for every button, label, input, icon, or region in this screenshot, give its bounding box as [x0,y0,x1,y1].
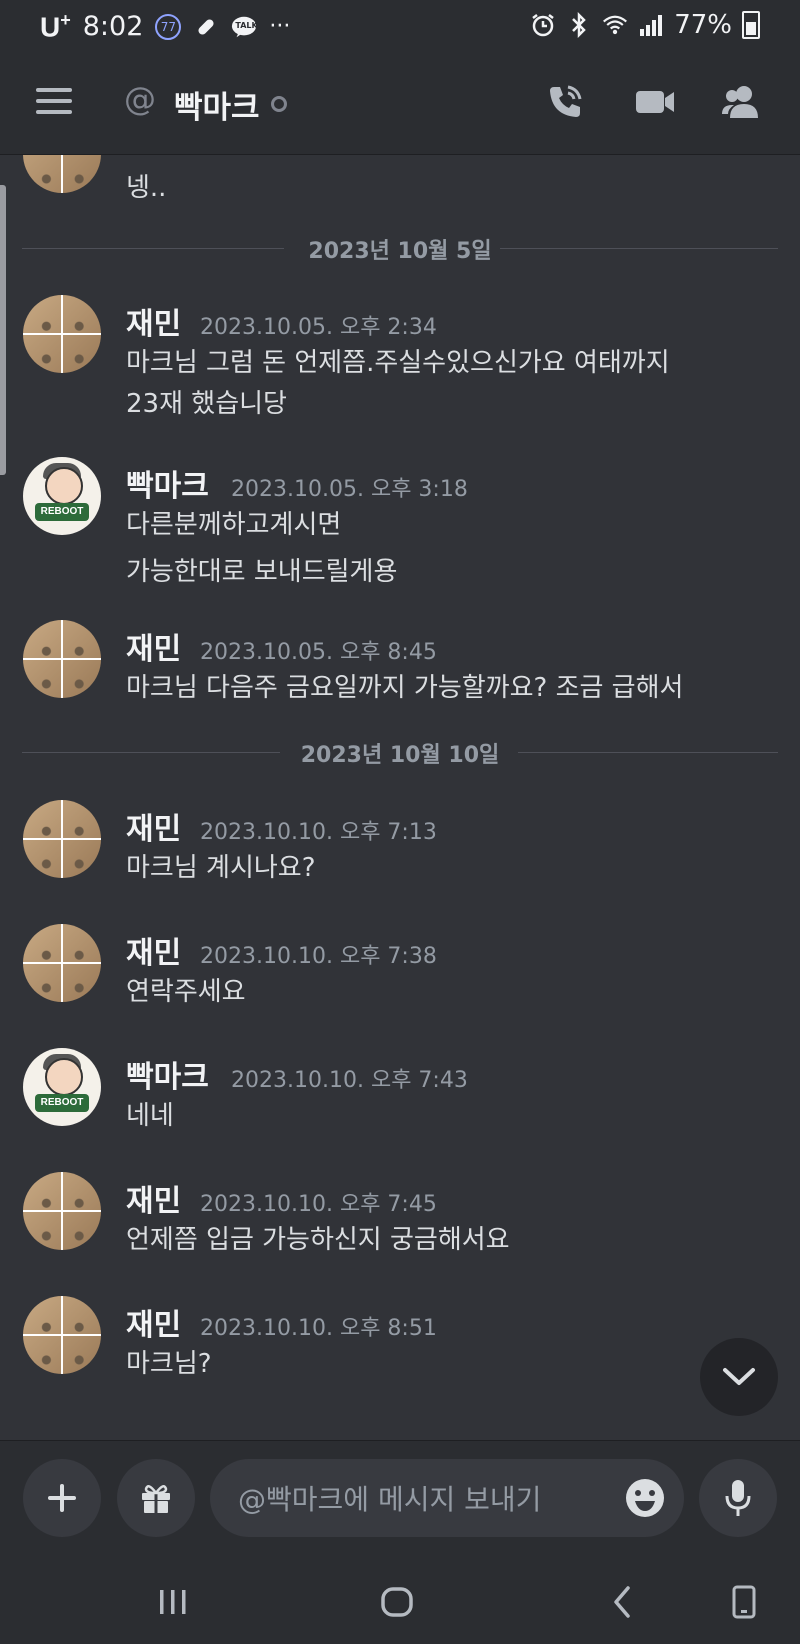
bluetooth-icon [566,12,592,38]
message-composer [0,1440,800,1559]
message-text: 마크님? [126,1349,212,1379]
menu-button[interactable] [36,88,74,116]
jump-to-latest-button[interactable] [700,1338,778,1416]
author-name[interactable]: 재민 [126,804,181,848]
author-name[interactable]: 재민 [126,1176,181,1220]
dm-title[interactable]: 빡마크 [174,82,260,127]
avatar[interactable] [23,1172,101,1250]
avatar[interactable] [23,295,101,373]
message-text: 언제쯤 입금 가능하신지 궁금해서요 [126,1225,510,1255]
pill-icon [193,16,219,38]
clock: 8:02 [82,11,144,43]
back-button[interactable] [592,1580,652,1624]
signal-icon [638,14,664,36]
message-timestamp: 2023.10.10. 오후 7:43 [231,1068,468,1093]
message-text: 다른분께하고계시면 [126,510,342,540]
author-name[interactable]: 재민 [126,299,181,343]
avatar[interactable]: REBOOT [23,1048,101,1126]
android-nav-bar [0,1558,800,1644]
message-text: 넹.. [126,173,167,203]
message-timestamp: 2023.10.05. 오후 8:45 [200,640,437,665]
avatar[interactable] [23,1296,101,1374]
message-timestamp: 2023.10.10. 오후 7:13 [200,820,437,845]
avatar[interactable]: REBOOT [23,457,101,535]
date-divider: 2023년 10월 10일 [22,737,778,768]
author-name[interactable]: 빡마크 [126,461,209,505]
message-text: 연락주세요 [126,977,246,1007]
avatar[interactable] [23,155,101,193]
more-notifications: ··· [269,14,291,40]
status-bar: U+ 8:02 77 TALK ··· 77% [0,0,800,52]
attach-button[interactable] [23,1459,101,1537]
recent-apps-button[interactable] [143,1580,203,1624]
kakaotalk-icon: TALK [231,16,258,38]
alarm-icon [530,14,556,37]
video-call-button[interactable] [631,78,679,126]
at-icon: @ [124,80,156,118]
message-timestamp: 2023.10.10. 오후 7:38 [200,944,437,969]
home-button[interactable] [367,1580,427,1624]
battery-percent: 77% [674,10,732,40]
message-timestamp: 2023.10.05. 오후 2:34 [200,315,437,340]
emoji-button[interactable] [624,1477,666,1519]
avatar[interactable] [23,620,101,698]
message-text: 23재 했습니당 [126,389,287,419]
message-timestamp: 2023.10.10. 오후 7:45 [200,1192,437,1217]
avatar[interactable] [23,800,101,878]
message-text: 마크님 계시나요? [126,853,316,883]
member-list-button[interactable] [717,78,765,126]
message-input[interactable] [236,1459,600,1539]
author-name[interactable]: 재민 [126,624,181,668]
gift-button[interactable] [117,1459,195,1537]
author-name[interactable]: 빡마크 [126,1052,209,1096]
carrier-label: U+ [40,10,71,43]
wifi-icon [602,14,628,36]
offline-status-icon [271,96,287,112]
scroll-indicator [0,185,6,475]
message-timestamp: 2023.10.10. 오후 8:51 [200,1316,437,1341]
date-divider: 2023년 10월 5일 [22,233,778,264]
notification-badge-icon: 77 [155,13,182,40]
screen-orientation-icon[interactable] [714,1580,774,1624]
message-text: 마크님 다음주 금요일까지 가능할까요? 조금 급해서 [126,673,684,703]
avatar[interactable] [23,924,101,1002]
voice-call-button[interactable] [541,78,589,126]
message-input-box [210,1459,684,1539]
message-text: 가능한대로 보내드릴게용 [126,557,398,587]
dm-header: @ 빡마크 [0,52,800,155]
message-text: 마크님 그럼 돈 언제쯤.주실수있으신가요 여태까지 [126,348,670,378]
voice-message-button[interactable] [699,1459,777,1537]
message-text: 네네 [126,1101,174,1131]
author-name[interactable]: 재민 [126,928,181,972]
message-timestamp: 2023.10.05. 오후 3:18 [231,477,468,502]
author-name[interactable]: 재민 [126,1300,181,1344]
talk-text: TALK [235,20,258,30]
battery-icon [742,11,760,39]
message-list[interactable]: 넹.. 2023년 10월 5일 재민 2023.10.05. 오후 2:34 … [0,155,800,1440]
